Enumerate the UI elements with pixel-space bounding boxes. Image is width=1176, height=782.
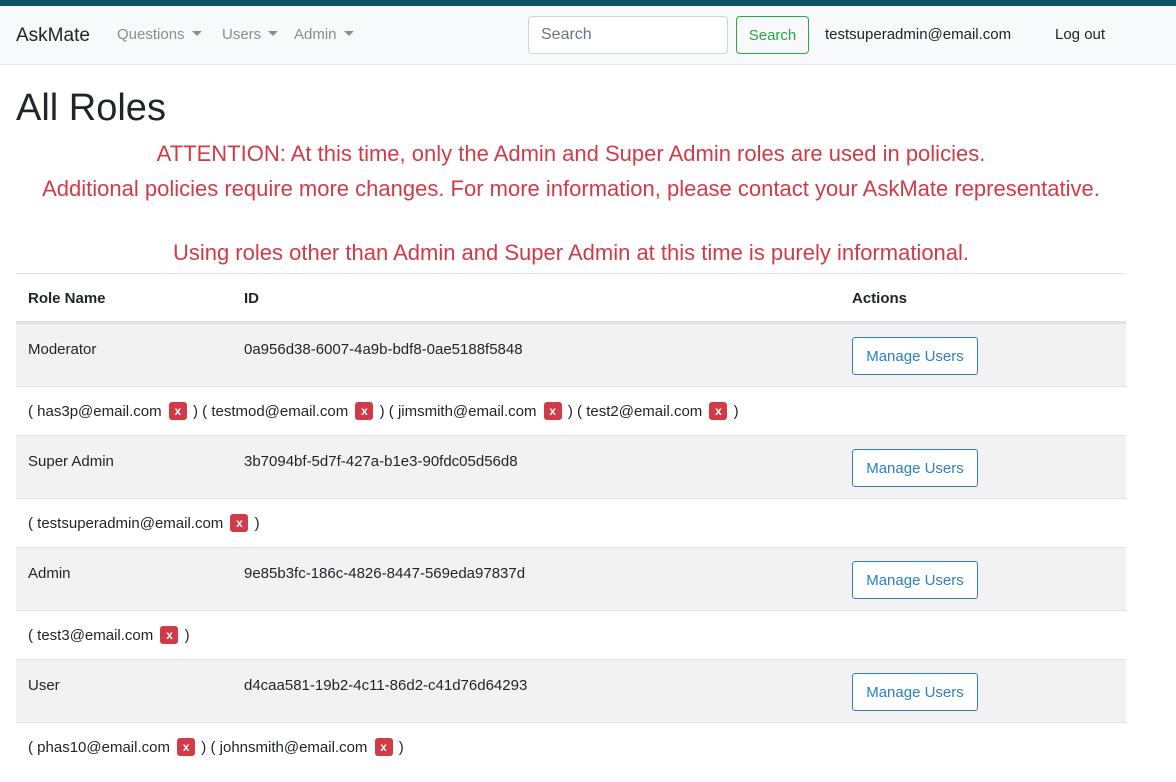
header-id: ID	[244, 290, 259, 307]
header-actions: Actions	[852, 290, 908, 307]
manage-users-button[interactable]: Manage Users	[852, 337, 978, 375]
user-chip: ( test3@email.com x )	[28, 626, 190, 644]
role-users-row: ( test3@email.com x )	[16, 610, 1126, 659]
user-email: testsuperadmin@email.com	[37, 515, 224, 532]
role-name: Admin	[28, 565, 71, 582]
role-users-row: ( phas10@email.com x ) ( johnsmith@email…	[16, 722, 1126, 771]
table-row: Moderator 0a956d38-6007-4a9b-bdf8-0ae5188…	[16, 323, 1126, 386]
role-id: d4caa581-19b2-4c11-86d2-c41d76d64293	[244, 677, 528, 694]
brand-link[interactable]: AskMate	[16, 25, 90, 47]
menu-admin[interactable]: Admin	[294, 26, 354, 43]
remove-user-icon[interactable]: x	[374, 738, 393, 756]
user-chip: ( test2@email.com x )	[577, 402, 739, 420]
search-button[interactable]: Search	[736, 16, 809, 54]
caret-down-icon	[191, 31, 202, 36]
navbar: AskMate Questions Users Admin Search tes…	[0, 6, 1176, 65]
page-title: All Roles	[16, 87, 166, 129]
manage-users-button[interactable]: Manage Users	[852, 449, 978, 487]
remove-user-icon[interactable]: x	[543, 402, 562, 420]
role-id: 9e85b3fc-186c-4826-8447-569eda97837d	[244, 565, 526, 582]
user-email: johnsmith@email.com	[219, 739, 368, 756]
role-users-row: ( has3p@email.com x ) ( testmod@email.co…	[16, 386, 1126, 435]
menu-questions[interactable]: Questions	[117, 26, 202, 43]
role-name: Super Admin	[28, 453, 114, 470]
attention-line-2: Additional policies require more changes…	[42, 176, 1100, 201]
logout-link[interactable]: Log out	[1055, 26, 1105, 43]
user-chip: ( jimsmith@email.com x )	[388, 402, 573, 420]
menu-questions-label: Questions	[117, 26, 185, 43]
table-row: User d4caa581-19b2-4c11-86d2-c41d76d64293…	[16, 659, 1126, 722]
user-email: jimsmith@email.com	[397, 403, 537, 420]
user-chip: ( has3p@email.com x )	[28, 402, 198, 420]
user-email: testmod@email.com	[211, 403, 349, 420]
role-name: User	[28, 677, 60, 694]
table-header: Role Name ID Actions	[16, 273, 1126, 323]
remove-user-icon[interactable]: x	[160, 626, 179, 644]
role-users-row: ( testsuperadmin@email.com x )	[16, 498, 1126, 547]
remove-user-icon[interactable]: x	[177, 738, 196, 756]
attention-line-3: Using roles other than Admin and Super A…	[172, 240, 970, 265]
manage-users-button[interactable]: Manage Users	[852, 561, 978, 599]
role-id: 3b7094bf-5d7f-427a-b1e3-90fdc05d56d8	[244, 453, 518, 470]
caret-down-icon	[268, 31, 279, 36]
menu-users[interactable]: Users	[222, 26, 279, 43]
user-chip: ( testsuperadmin@email.com x )	[28, 514, 260, 532]
user-email: phas10@email.com	[37, 739, 170, 756]
role-id: 0a956d38-6007-4a9b-bdf8-0ae5188f5848	[244, 341, 523, 358]
caret-down-icon	[343, 31, 354, 36]
user-chip: ( johnsmith@email.com x )	[210, 738, 404, 756]
role-name: Moderator	[28, 341, 97, 358]
remove-user-icon[interactable]: x	[230, 514, 249, 532]
user-chip: ( phas10@email.com x )	[28, 738, 207, 756]
table-body: Moderator 0a956d38-6007-4a9b-bdf8-0ae5188…	[16, 323, 1126, 771]
menu-users-label: Users	[222, 26, 262, 43]
remove-user-icon[interactable]: x	[355, 402, 374, 420]
roles-table: Role Name ID Actions Moderator 0a956d38-6…	[16, 273, 1126, 771]
remove-user-icon[interactable]: x	[168, 402, 187, 420]
table-row: Admin 9e85b3fc-186c-4826-8447-569eda97837…	[16, 547, 1126, 610]
manage-users-button[interactable]: Manage Users	[852, 673, 978, 711]
remove-user-icon[interactable]: x	[709, 402, 728, 420]
header-role-name: Role Name	[28, 290, 106, 307]
user-email: test3@email.com	[37, 627, 154, 644]
user-email: has3p@email.com	[37, 403, 162, 420]
menu-admin-label: Admin	[294, 26, 337, 43]
user-chip: ( testmod@email.com x )	[202, 402, 385, 420]
search-input[interactable]	[528, 16, 728, 54]
user-email: test2@email.com	[586, 403, 703, 420]
table-row: Super Admin 3b7094bf-5d7f-427a-b1e3-90fdc…	[16, 435, 1126, 498]
attention-line-1: ATTENTION: At this time, only the Admin …	[156, 141, 986, 166]
current-user-email[interactable]: testsuperadmin@email.com	[825, 26, 1011, 43]
